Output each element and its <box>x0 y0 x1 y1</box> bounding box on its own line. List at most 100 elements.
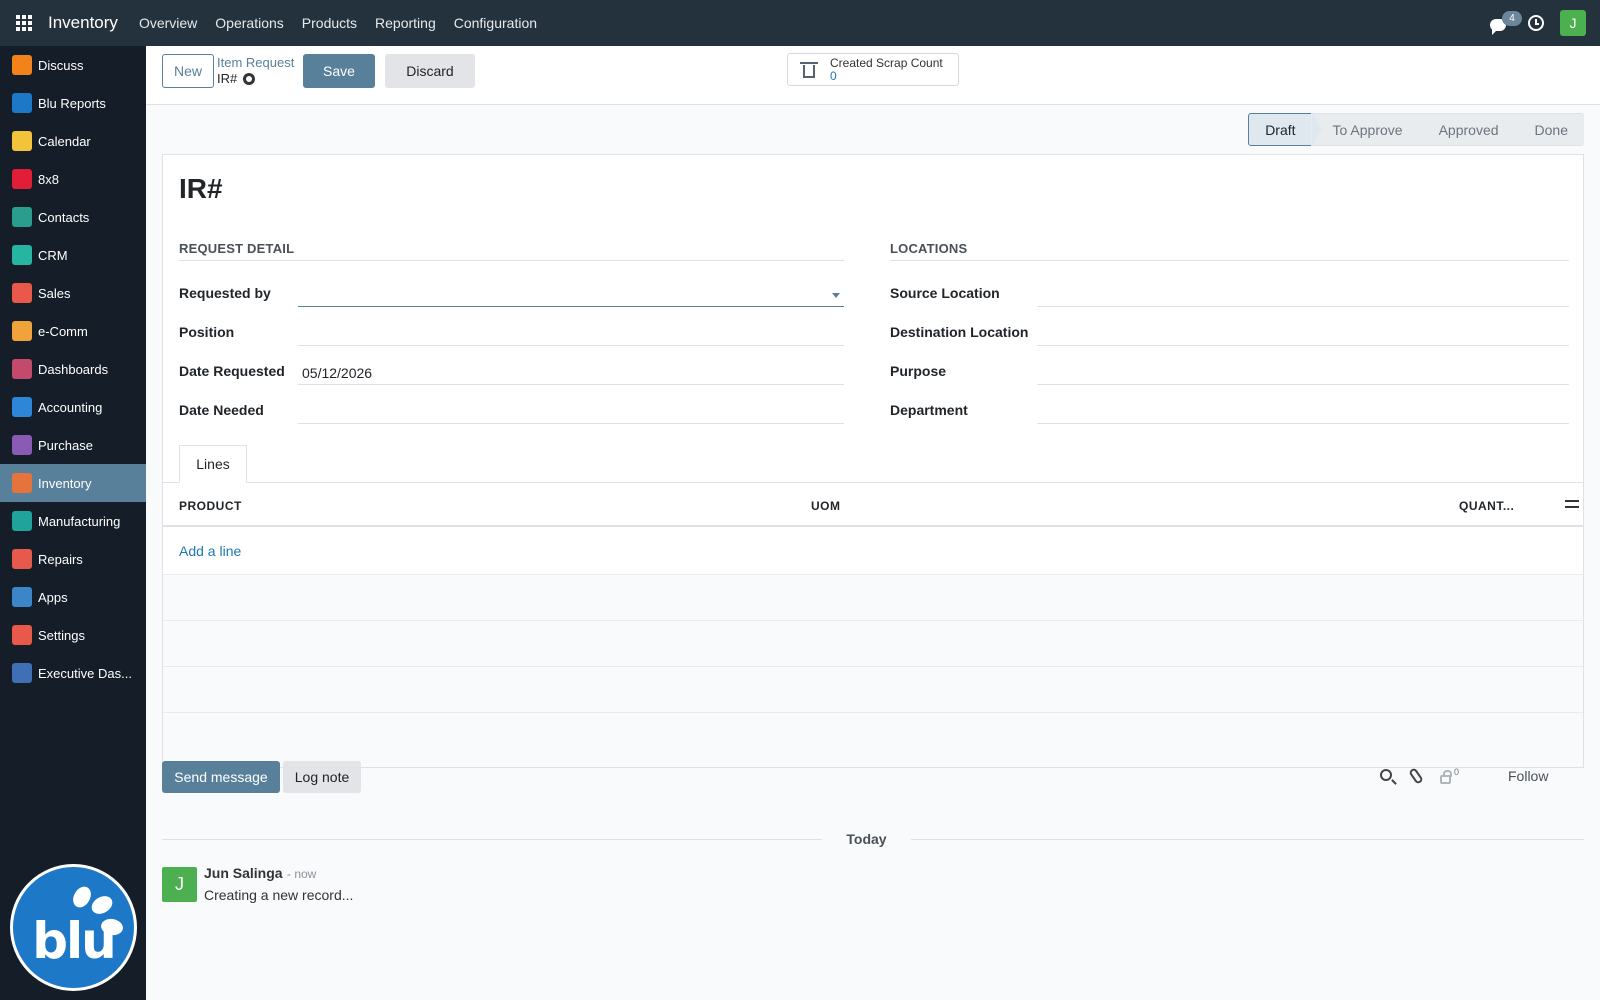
add-line-link[interactable]: Add a line <box>179 543 241 559</box>
gear-icon[interactable] <box>243 72 256 85</box>
stage-draft[interactable]: Draft <box>1248 113 1322 146</box>
sidebar-item-apps[interactable]: Apps <box>0 578 146 616</box>
sidebar-item-blu-reports[interactable]: Blu Reports <box>0 84 146 122</box>
send-message-button[interactable]: Send message <box>162 761 280 793</box>
sidebar-item-settings[interactable]: Settings <box>0 616 146 654</box>
stage-to-approve[interactable]: To Approve <box>1310 113 1429 146</box>
log-note-button[interactable]: Log note <box>283 761 361 793</box>
column-uom[interactable]: UOM <box>811 499 841 513</box>
breadcrumb-current: IR# <box>217 71 256 86</box>
sidebar-item-discuss[interactable]: Discuss <box>0 46 146 84</box>
chevron-down-icon[interactable] <box>832 293 840 298</box>
ecomm-icon <box>12 321 32 341</box>
menu-products[interactable]: Products <box>302 15 357 31</box>
position-label: Position <box>179 324 235 340</box>
control-panel: New Item Request IR# Save Discard Create… <box>146 46 1600 105</box>
user-avatar[interactable]: J <box>1560 10 1586 36</box>
follow-button[interactable]: Follow <box>1508 768 1548 784</box>
purpose-label: Purpose <box>890 363 947 379</box>
app-menu-grid-icon[interactable] <box>0 0 48 46</box>
date-requested-field[interactable]: 05/12/2026 <box>298 361 844 385</box>
repairs-icon <box>12 549 32 569</box>
tab-lines[interactable]: Lines <box>179 445 247 483</box>
sidebar-item-e-comm[interactable]: e-Comm <box>0 312 146 350</box>
search-icon[interactable] <box>1380 769 1392 781</box>
sidebar-item-repairs[interactable]: Repairs <box>0 540 146 578</box>
inventory-icon <box>12 473 32 493</box>
blu-reports-icon <box>12 93 32 113</box>
stage-draft-label: Draft <box>1265 121 1296 138</box>
message-time: - now <box>287 867 317 881</box>
table-row <box>163 621 1583 667</box>
discuss-icon <box>12 55 32 75</box>
sidebar-item-contacts[interactable]: Contacts <box>0 198 146 236</box>
table-row <box>163 575 1583 621</box>
new-button[interactable]: New <box>162 54 214 88</box>
activity-clock-icon[interactable] <box>1528 15 1544 31</box>
purpose-field[interactable] <box>1037 361 1569 385</box>
breadcrumb-current-label: IR# <box>217 71 238 86</box>
lines-table-header: PRODUCT UOM QUANT... <box>163 483 1583 527</box>
app-brand[interactable]: Inventory <box>48 13 118 33</box>
table-row <box>163 713 1583 767</box>
sidebar-item-inventory[interactable]: Inventory <box>0 464 146 502</box>
sidebar-item-label: Apps <box>38 589 68 605</box>
sidebar-item-label: Manufacturing <box>38 513 121 529</box>
messaging-icon[interactable]: 4 <box>1490 11 1522 35</box>
table-row <box>163 667 1583 713</box>
column-quantity[interactable]: QUANT... <box>1459 499 1514 513</box>
menu-operations[interactable]: Operations <box>215 15 283 31</box>
sidebar-item-label: Inventory <box>38 475 92 491</box>
column-settings-icon[interactable] <box>1565 497 1579 511</box>
avatar[interactable]: J <box>162 867 197 902</box>
stage-approved[interactable]: Approved <box>1416 113 1525 146</box>
discard-button[interactable]: Discard <box>385 54 475 88</box>
sidebar-item-calendar[interactable]: Calendar <box>0 122 146 160</box>
app-sidebar: Discuss Blu Reports Calendar 8x8 Contacts CRM… <box>0 46 146 1000</box>
destination-location-label: Destination Location <box>890 324 1029 340</box>
date-needed-field[interactable] <box>298 400 844 424</box>
sidebar-item-executive-das[interactable]: Executive Das... <box>0 654 146 692</box>
blu-logo: blu <box>10 864 137 991</box>
accounting-icon <box>12 397 32 417</box>
menu-overview[interactable]: Overview <box>139 15 197 31</box>
sidebar-item-accounting[interactable]: Accounting <box>0 388 146 426</box>
sidebar-item-sales[interactable]: Sales <box>0 274 146 312</box>
top-navbar: Inventory Overview Operations Products R… <box>0 0 1600 46</box>
stage-approved-label: Approved <box>1438 121 1499 138</box>
column-product[interactable]: PRODUCT <box>179 499 242 513</box>
sidebar-item-dashboards[interactable]: Dashboards <box>0 350 146 388</box>
menu-reporting[interactable]: Reporting <box>375 15 436 31</box>
requested-by-field[interactable] <box>298 283 844 307</box>
sidebar-item-label: Purchase <box>38 437 93 453</box>
destination-location-field[interactable] <box>1037 322 1569 346</box>
sidebar-item-label: 8x8 <box>38 171 59 187</box>
scrap-count-smart-button[interactable]: Created Scrap Count 0 <box>787 53 959 86</box>
sidebar-item-label: Executive Das... <box>38 665 132 681</box>
record-title: IR# <box>179 173 223 204</box>
position-field[interactable] <box>298 322 844 346</box>
trash-icon <box>800 61 818 78</box>
settings-icon <box>12 625 32 645</box>
sales-icon <box>12 283 32 303</box>
sidebar-item-label: Calendar <box>38 133 91 149</box>
sidebar-item-label: Repairs <box>38 551 83 567</box>
date-separator: Today <box>846 831 887 847</box>
divider <box>162 839 822 840</box>
save-button[interactable]: Save <box>303 54 375 88</box>
followers-icon[interactable] <box>1440 770 1452 784</box>
apps-icon <box>12 587 32 607</box>
contacts-icon <box>12 207 32 227</box>
breadcrumb-item-request[interactable]: Item Request <box>217 55 294 70</box>
sidebar-item-purchase[interactable]: Purchase <box>0 426 146 464</box>
sidebar-item-8x8[interactable]: 8x8 <box>0 160 146 198</box>
sidebar-item-crm[interactable]: CRM <box>0 236 146 274</box>
stage-to-approve-label: To Approve <box>1332 121 1403 138</box>
sidebar-item-manufacturing[interactable]: Manufacturing <box>0 502 146 540</box>
source-location-field[interactable] <box>1037 283 1569 307</box>
paperclip-icon[interactable] <box>1408 767 1424 785</box>
department-field[interactable] <box>1037 400 1569 424</box>
status-bar: Draft To Approve Approved Done <box>1248 113 1584 146</box>
form-sheet: IR# REQUEST DETAIL LOCATIONS Requested b… <box>162 154 1584 768</box>
menu-configuration[interactable]: Configuration <box>454 15 537 31</box>
